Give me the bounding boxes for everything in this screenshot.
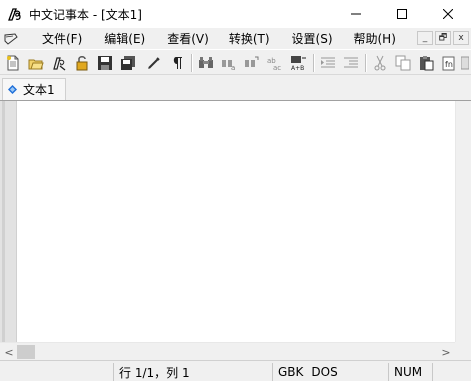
line-gutter — [0, 101, 17, 342]
horizontal-scroll-thumb[interactable] — [17, 345, 35, 359]
clipboard-button[interactable]: fn — [440, 54, 458, 72]
edit-button[interactable] — [145, 54, 163, 72]
line-ending: DOS — [311, 365, 338, 379]
title-bar: 中文记事本 - [文本1] — [0, 0, 471, 28]
save-button[interactable] — [96, 54, 114, 72]
batch-replace-button[interactable]: A+B — [290, 54, 308, 72]
close-icon — [443, 9, 453, 19]
batch-replace-icon: A+B — [291, 56, 306, 71]
save-all-button[interactable] — [119, 54, 137, 72]
minimize-icon — [351, 13, 361, 15]
open-button[interactable] — [27, 54, 45, 72]
convert-case-icon: abac — [267, 57, 281, 71]
mdi-close-button[interactable]: x — [453, 31, 469, 45]
mdi-restore-button[interactable]: 🗗 — [435, 31, 451, 45]
tab-document[interactable]: 文本1 — [2, 78, 66, 100]
lock-icon — [76, 56, 88, 71]
status-position: 行 1/1，列 1 — [113, 363, 271, 381]
save-all-icon — [121, 56, 135, 70]
horizontal-scrollbar[interactable]: < > — [0, 342, 455, 360]
pen-icon — [53, 57, 66, 71]
replace-button[interactable] — [243, 54, 261, 72]
new-file-icon — [7, 55, 19, 71]
find-button[interactable] — [197, 54, 215, 72]
window-title: 中文记事本 - [文本1] — [29, 7, 142, 22]
find-next-button[interactable]: a — [220, 54, 238, 72]
pen-button[interactable] — [50, 54, 68, 72]
tab-label: 文本1 — [23, 83, 55, 97]
document-tab-bar: 文本1 — [0, 76, 471, 100]
status-bar: 行 1/1，列 1 GBK DOS NUM — [0, 360, 471, 381]
menu-help[interactable]: 帮助(H) — [354, 30, 396, 47]
toolbar-separator — [191, 54, 193, 72]
svg-text:a: a — [231, 64, 235, 71]
text-editor[interactable] — [17, 101, 455, 342]
encoding: GBK — [278, 365, 304, 379]
numlock: NUM — [394, 365, 423, 379]
status-encoding: GBK DOS — [272, 363, 357, 381]
menu-edit[interactable]: 编辑(E) — [104, 30, 145, 47]
toolbar-separator — [365, 54, 367, 72]
menu-settings[interactable]: 设置(S) — [292, 30, 333, 47]
copy-button[interactable] — [394, 54, 412, 72]
pencil-icon — [148, 57, 160, 69]
pilcrow-icon — [173, 57, 182, 69]
replace-icon — [245, 56, 259, 67]
status-extra — [432, 363, 471, 381]
more-button[interactable] — [460, 54, 470, 72]
svg-text:A+B: A+B — [291, 65, 304, 71]
open-folder-icon — [28, 59, 44, 70]
menu-view[interactable]: 查看(V) — [167, 30, 209, 47]
app-icon — [8, 8, 21, 21]
menu-convert[interactable]: 转换(T) — [229, 30, 270, 47]
new-file-button[interactable] — [4, 54, 22, 72]
cursor-position: 行 1/1，列 1 — [119, 365, 190, 380]
minimize-button[interactable] — [333, 0, 379, 28]
copy-icon — [395, 55, 411, 71]
status-numlock: NUM — [388, 363, 428, 381]
convert-case-button[interactable]: ab ac — [266, 54, 284, 72]
outdent-button[interactable] — [342, 54, 360, 72]
editor-frame: < > — [0, 100, 471, 360]
lock-button[interactable] — [73, 54, 91, 72]
paste-icon — [420, 56, 434, 71]
maximize-icon — [397, 9, 407, 19]
svg-text:ac: ac — [273, 64, 281, 71]
svg-text:fn: fn — [445, 60, 453, 69]
save-icon — [98, 56, 112, 70]
mdi-minimize-button[interactable]: _ — [417, 31, 433, 45]
cut-button[interactable] — [371, 54, 389, 72]
find-next-icon: a — [222, 60, 235, 71]
document-icon[interactable] — [3, 31, 19, 47]
toolbar: a ab ac A+B fn — [0, 49, 471, 75]
outdent-icon — [344, 57, 358, 68]
gutter-stripe — [2, 101, 5, 342]
indent-button[interactable] — [319, 54, 337, 72]
menu-bar: 文件(F) 编辑(E) 查看(V) 转换(T) 设置(S) 帮助(H) _ 🗗 … — [0, 28, 471, 49]
document-tab-icon — [8, 85, 17, 94]
pilcrow-button[interactable] — [168, 54, 186, 72]
toolbar-separator — [313, 54, 315, 72]
menu-file[interactable]: 文件(F) — [42, 30, 82, 47]
more-icon — [461, 56, 469, 70]
paste-button[interactable] — [417, 54, 435, 72]
clipboard-icon: fn — [442, 56, 455, 71]
find-icon — [199, 57, 213, 68]
scroll-left-icon[interactable]: < — [3, 344, 15, 360]
cut-icon — [374, 55, 386, 71]
maximize-button[interactable] — [379, 0, 425, 28]
close-button[interactable] — [425, 0, 471, 28]
scroll-corner — [455, 342, 471, 360]
vertical-scrollbar[interactable] — [455, 101, 471, 342]
indent-icon — [321, 57, 335, 68]
scroll-right-icon[interactable]: > — [440, 344, 452, 360]
